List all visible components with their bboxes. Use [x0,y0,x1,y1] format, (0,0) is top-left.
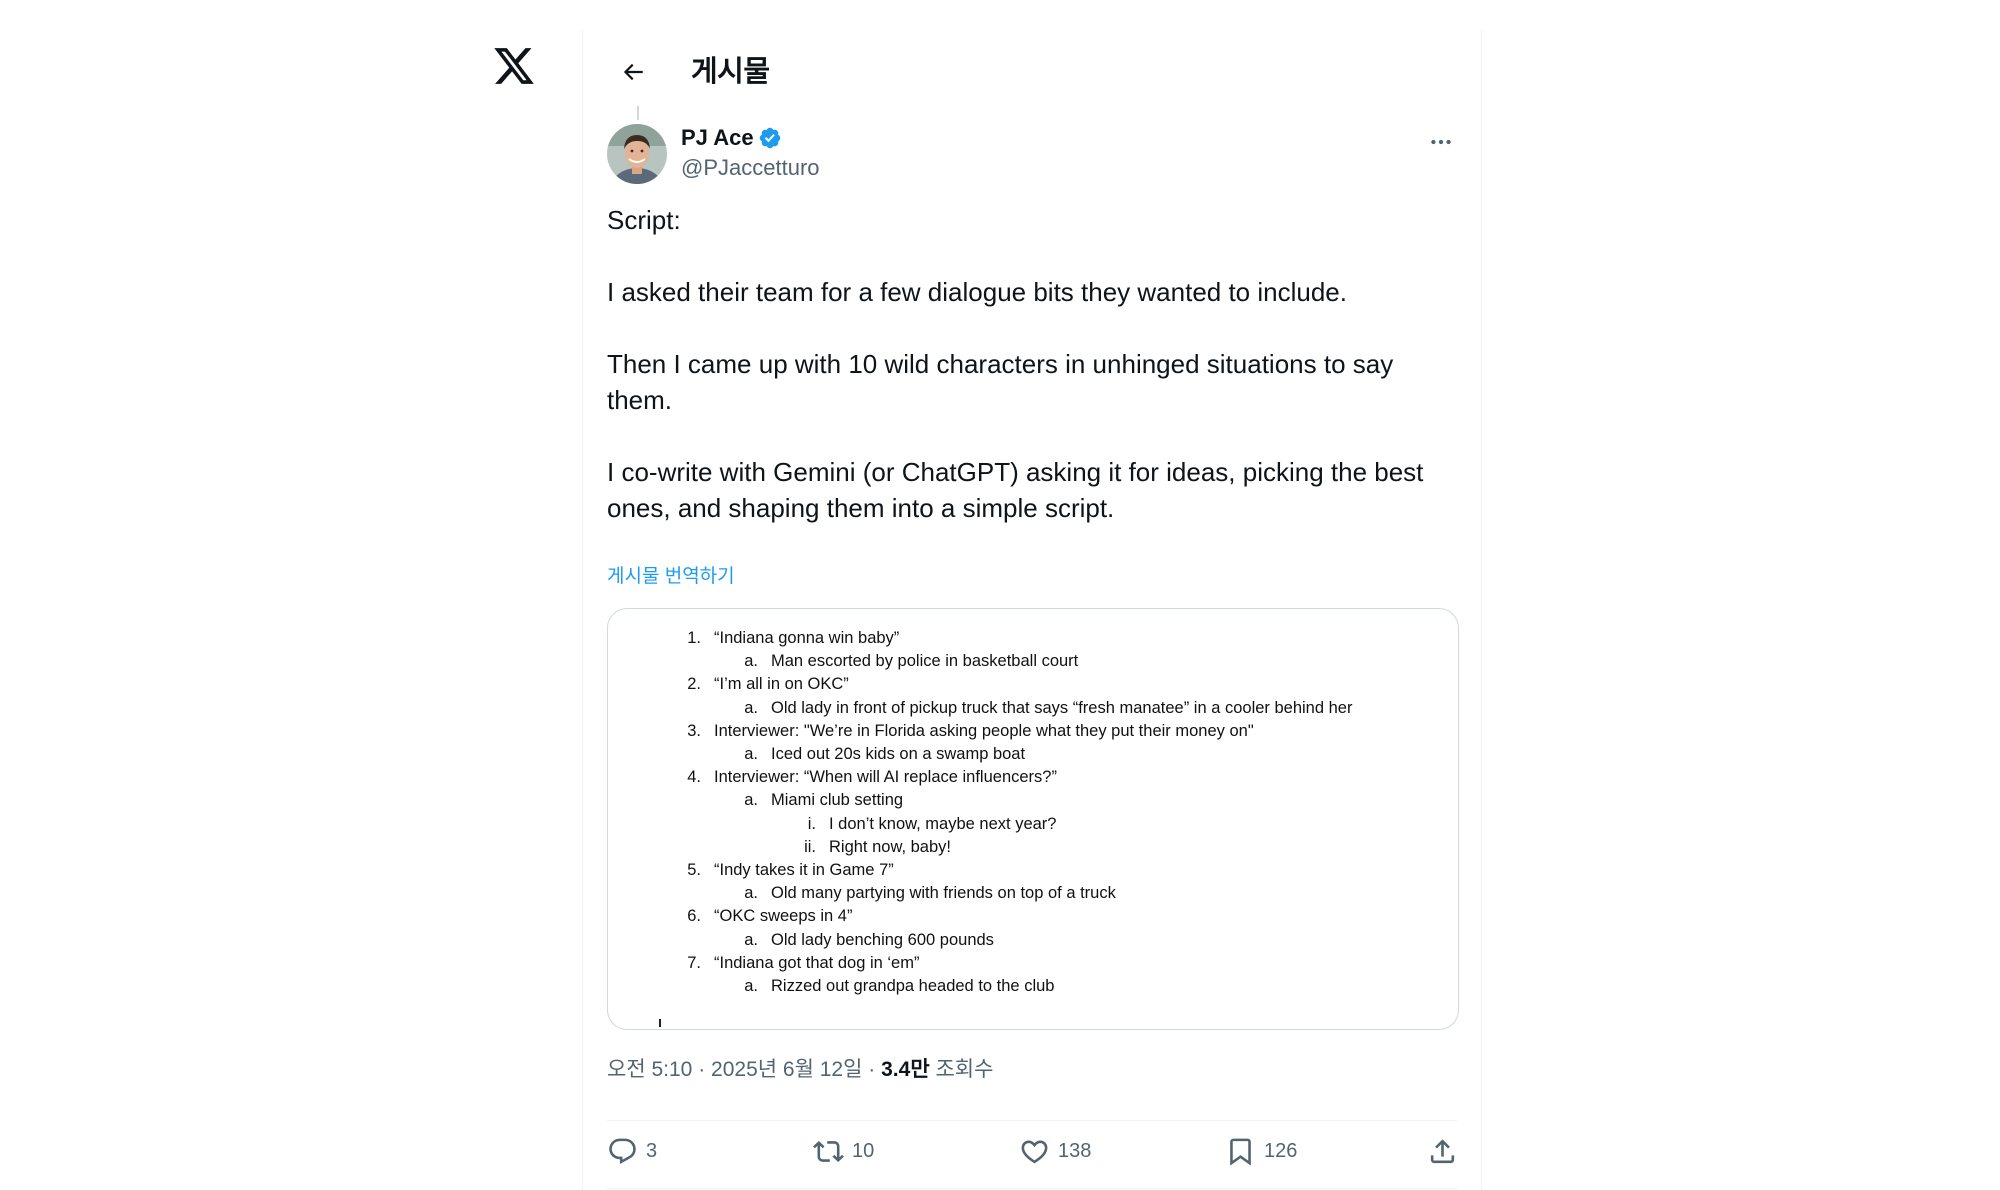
document-list-marker: 2. [687,675,701,693]
bookmark-icon [1230,1138,1251,1166]
document-line: Iced out 20s kids on a swamp boat [771,745,1026,763]
post-paragraph: I co-write with Gemini (or ChatGPT) aski… [607,457,1424,523]
document-line: “I’m all in on OKC” [714,675,849,693]
repost-icon [813,1140,844,1162]
post-text: Script: I asked their team for a few dia… [607,202,1457,526]
text-cursor [659,1019,661,1027]
document-line: Old many partying with friends on top of… [771,884,1116,902]
reply-count: 3 [646,1139,658,1162]
arrow-left-icon [623,63,643,81]
document-line: “Indiana gonna win baby” [714,629,900,647]
document-list-marker: 6. [687,907,701,925]
repost-count: 10 [852,1139,875,1162]
verified-badge-icon [759,127,780,149]
document-list-marker: 3. [687,722,701,740]
views-count: 3.4만 [881,1058,930,1081]
translate-post-link[interactable]: 게시물 번역하기 [607,564,735,590]
post-detail-column: 게시물 PJ Ace @PJaccetturo Script: I asked … [582,30,1482,1190]
post-time[interactable]: 오전 5:10 [607,1058,692,1081]
document-line: Interviewer: “When will AI replace influ… [714,768,1057,786]
document-line: Rizzed out grandpa headed to the club [771,977,1055,995]
avatar[interactable] [607,124,667,184]
views-label: 조회수 [935,1058,994,1081]
document-line: I don’t know, maybe next year? [829,815,1057,833]
more-options-button[interactable] [1421,122,1461,162]
document-list-marker: a. [744,699,758,717]
repost-button[interactable]: 10 [813,1126,874,1176]
author-handle[interactable]: @PJaccetturo [681,154,820,182]
share-button[interactable] [1427,1126,1458,1176]
back-button[interactable] [609,48,657,96]
meta-separator: · [868,1058,876,1081]
post-paragraph: Then I came up with 10 wild characters i… [607,349,1394,415]
document-list-marker: 5. [687,861,701,879]
document-line: “OKC sweeps in 4” [714,907,853,925]
document-line: Man escorted by police in basketball cou… [771,652,1079,670]
reply-button[interactable]: 3 [607,1126,657,1176]
more-horizontal-icon [1431,139,1451,145]
post-metadata: 오전 5:10 · 2025년 6월 12일 · 3.4만 조회수 [607,1056,993,1084]
heart-icon [1021,1140,1048,1163]
document-list-marker: a. [744,884,758,902]
document-list-marker: a. [744,791,758,809]
document-list-marker: ii. [804,838,816,856]
x-logo-icon[interactable] [492,44,536,88]
document-line: Right now, baby! [829,838,951,856]
thread-connector [637,106,639,120]
document-list-marker: a. [744,931,758,949]
document-line: Old lady in front of pickup truck that s… [771,699,1353,717]
document-list-marker: a. [744,745,758,763]
post-date[interactable]: 2025년 6월 12일 [711,1058,862,1081]
document-line: Interviewer: "We’re in Florida asking pe… [714,722,1254,740]
script-document-image: 1. “Indiana gonna win baby” a. Man escorted… [608,609,1458,1029]
document-list-marker: a. [744,652,758,670]
document-line: “Indy takes it in Game 7” [714,861,894,879]
document-list-marker: i. [807,815,816,833]
bookmark-count: 126 [1264,1139,1298,1162]
document-list-marker: 4. [687,768,701,786]
author-display-name[interactable]: PJ Ace [681,124,782,152]
share-icon [1430,1138,1455,1163]
author-name-text: PJ Ace [681,125,754,150]
like-button[interactable]: 138 [1019,1126,1091,1176]
document-list-marker: a. [744,977,758,995]
document-list-marker: 1. [687,629,701,647]
divider [607,1120,1457,1121]
post-paragraph: I asked their team for a few dialogue bi… [607,277,1347,307]
post-paragraph: Script: [607,205,681,235]
document-line: Old lady benching 600 pounds [771,931,994,949]
action-bar: 3 10 138 126 [607,1126,1457,1176]
page-title: 게시물 [691,56,770,88]
divider [607,1188,1457,1189]
document-line: “Indiana got that dog in ‘em” [714,954,920,972]
document-list-marker: 7. [687,954,701,972]
like-count: 138 [1058,1139,1092,1162]
bookmark-button[interactable]: 126 [1225,1126,1297,1176]
reply-icon [609,1138,636,1164]
meta-separator: · [698,1058,706,1081]
post-image[interactable]: 1. “Indiana gonna win baby” a. Man escorted… [607,608,1459,1030]
document-line: Miami club setting [771,791,904,809]
